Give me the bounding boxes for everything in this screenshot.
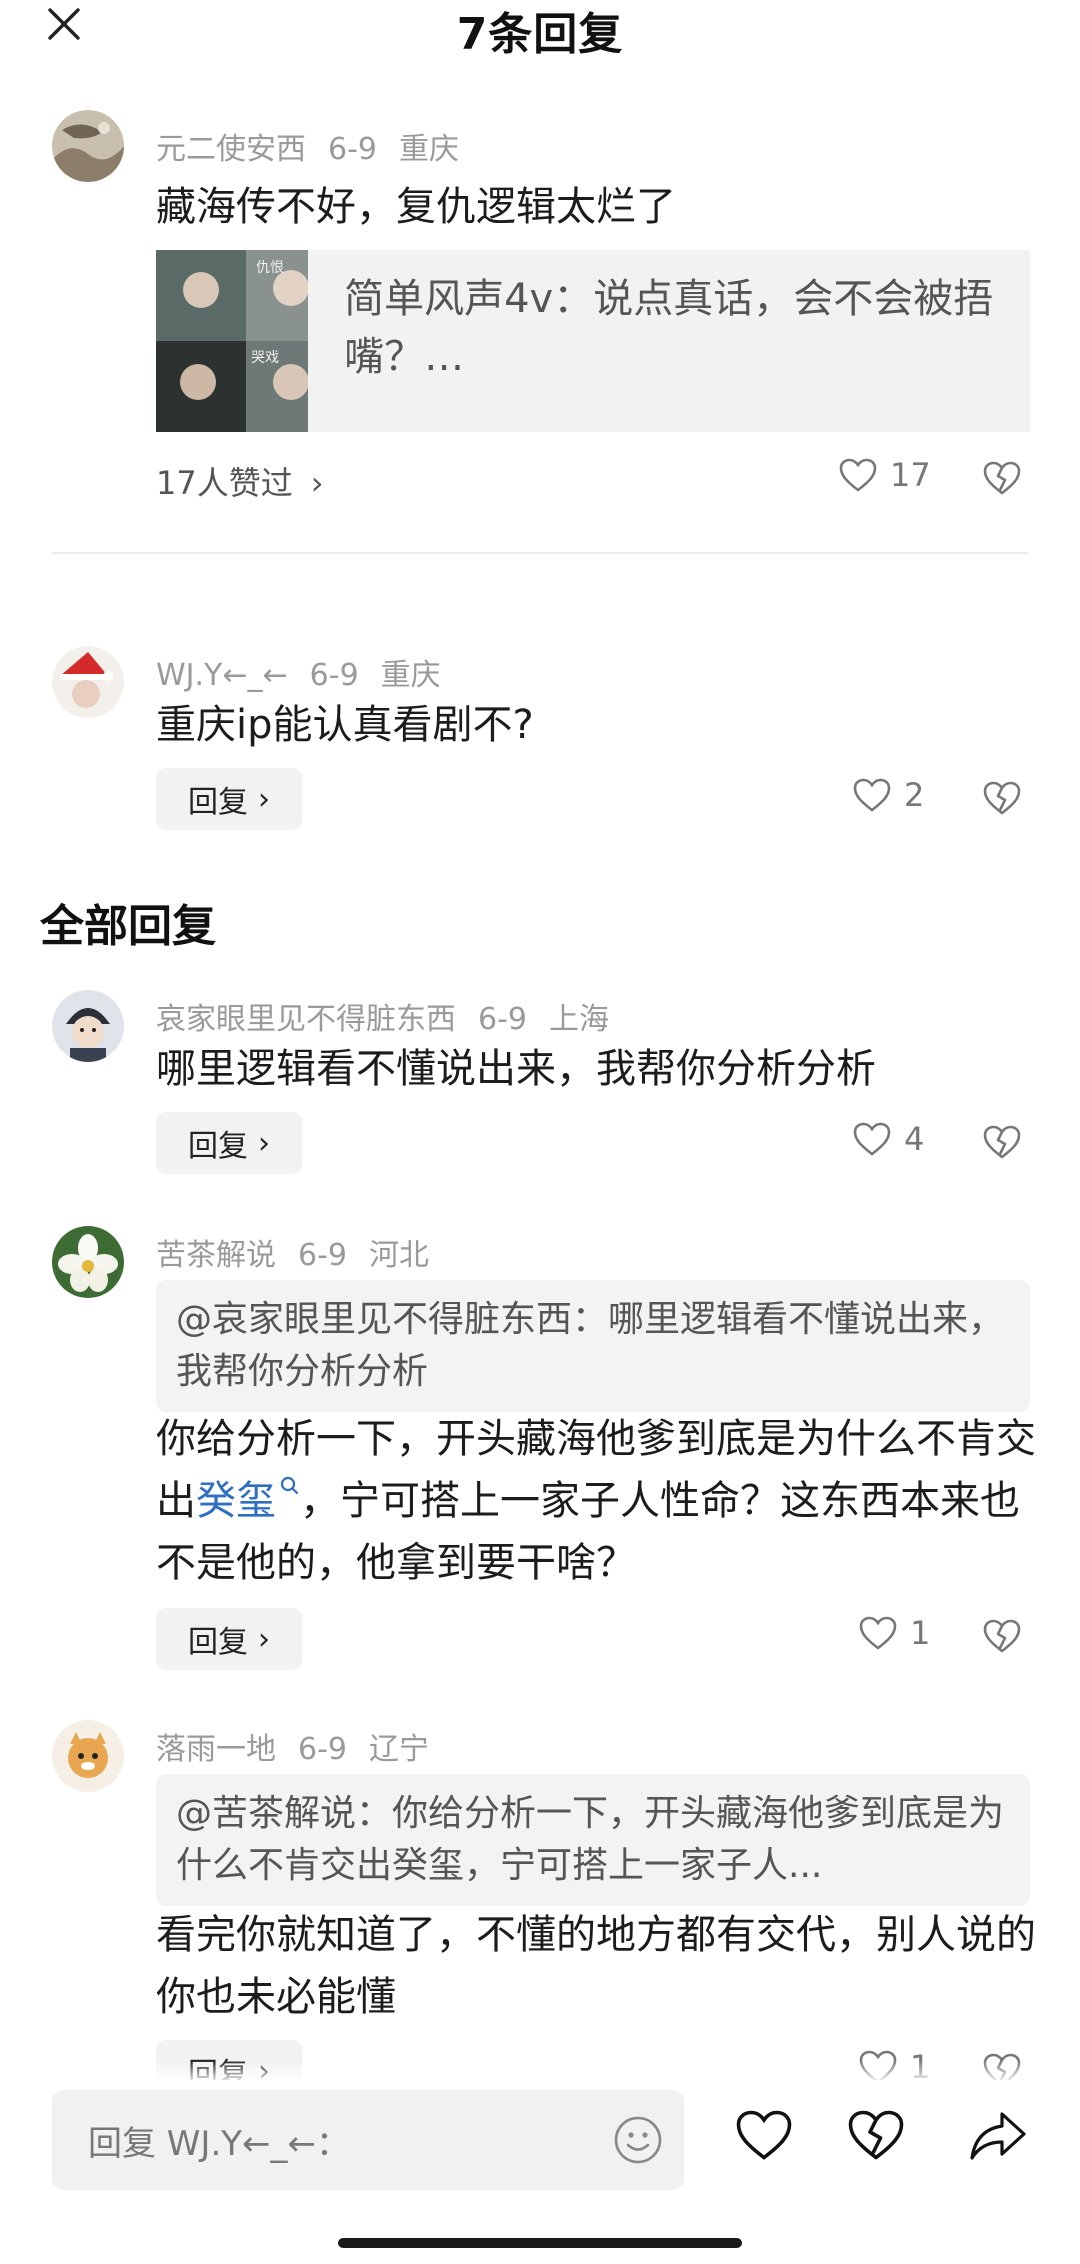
avatar[interactable] (52, 1226, 124, 1298)
avatar[interactable] (52, 1720, 124, 1792)
like-button[interactable]: 4 (852, 1120, 924, 1158)
heart-icon[interactable] (734, 2108, 794, 2162)
search-icon (280, 1476, 299, 1495)
reply-button-label: 回复 (188, 785, 248, 820)
comment-meta: 落雨一地 6-9 辽宁 (156, 1724, 451, 1768)
comment-location: 重庆 (380, 658, 441, 693)
username[interactable]: 哀家眼里见不得脏东西 (156, 1002, 456, 1037)
username[interactable]: 落雨一地 (156, 1732, 276, 1767)
avatar[interactable] (52, 646, 124, 718)
avatar[interactable] (52, 110, 124, 182)
keyword-search-link[interactable]: 癸玺 (196, 1476, 300, 1524)
chevron-right-icon: › (258, 1125, 270, 1161)
likers-link[interactable]: 17人赞过 › (156, 458, 324, 504)
bottom-reply-bar: 回复 WJ.Y←_←： (0, 2080, 1080, 2264)
comment-date: 6-9 (298, 1732, 347, 1767)
home-indicator[interactable] (338, 2238, 742, 2248)
comment-meta: 哀家眼里见不得脏东西 6-9 上海 (156, 994, 631, 1038)
thumb-label: 哭戏 (251, 350, 279, 366)
username[interactable]: WJ.Y←_← (156, 658, 288, 693)
comment-date: 6-9 (328, 132, 377, 167)
like-count: 4 (904, 1120, 925, 1158)
broken-heart-icon[interactable] (982, 1124, 1022, 1160)
quoted-comment[interactable]: @哀家眼里见不得脏东西：哪里逻辑看不懂说出来，我帮你分析分析 (156, 1280, 1030, 1412)
reply-button-label: 回复 (188, 1129, 248, 1164)
comment-meta: 苦茶解说 6-9 河北 (156, 1230, 451, 1274)
chevron-right-icon: › (310, 464, 324, 502)
divider (52, 552, 1028, 554)
comment-location: 河北 (369, 1238, 429, 1273)
comment-text: 哪里逻辑看不懂说出来，我帮你分析分析 (156, 1046, 876, 1092)
like-count: 2 (904, 776, 925, 814)
comment-date: 6-9 (298, 1238, 347, 1273)
chevron-right-icon: › (258, 1621, 270, 1657)
comment-text: 看完你就知道了，不懂的地方都有交代，别人说的你也未必能懂 (156, 1912, 1036, 2020)
heart-icon (859, 1616, 897, 1650)
comment-location: 辽宁 (369, 1732, 429, 1767)
comment-date: 6-9 (309, 658, 359, 693)
like-count: 17 (890, 456, 931, 494)
broken-heart-icon[interactable] (982, 1618, 1022, 1654)
emoji-icon[interactable] (612, 2114, 664, 2166)
broken-heart-icon[interactable] (982, 780, 1022, 816)
link-card-thumbnail: 仇恨 哭戏 (156, 250, 309, 432)
chevron-right-icon: › (258, 781, 270, 817)
like-button[interactable]: 17 (838, 456, 931, 494)
comment-date: 6-9 (478, 1002, 527, 1037)
reply-button[interactable]: 回复 › (156, 1112, 302, 1174)
broken-heart-icon[interactable] (846, 2108, 906, 2162)
reply-button[interactable]: 回复 › (156, 1608, 302, 1670)
quoted-comment[interactable]: @苦茶解说：你给分析一下，开头藏海他爹到底是为什么不肯交出癸玺，宁可搭上一家子人… (156, 1774, 1030, 1906)
broken-heart-icon[interactable] (982, 460, 1022, 496)
reply-input-placeholder: 回复 WJ.Y←_←： (88, 2123, 351, 2164)
reply-button[interactable]: 回复 › (156, 768, 302, 830)
username[interactable]: 元二使安西 (156, 132, 306, 167)
section-title: 全部回复 (40, 901, 216, 952)
like-count: 1 (910, 1614, 931, 1652)
reply-thread-page: 7条回复 元二使安西 6-9 重庆 藏海传不好，复仇逻辑太烂了 仇恨 哭戏 简单… (0, 0, 1080, 2264)
likers-text: 17人赞过 (156, 464, 293, 502)
heart-icon (853, 1122, 891, 1156)
heart-icon (853, 778, 891, 812)
comment-location: 上海 (549, 1002, 609, 1037)
like-button[interactable]: 2 (852, 776, 924, 814)
comment-meta: 元二使安西 6-9 重庆 (156, 124, 481, 168)
link-card[interactable]: 仇恨 哭戏 简单风声4v：说点真话，会不会被捂嘴？… (156, 250, 1030, 432)
comment-text: 重庆ip能认真看剧不? (156, 702, 534, 748)
reply-input[interactable]: 回复 WJ.Y←_←： (52, 2090, 684, 2190)
thumb-label: 仇恨 (256, 260, 284, 276)
keyword-link-text: 癸玺 (196, 1478, 276, 1524)
comment-text: 藏海传不好，复仇逻辑太烂了 (156, 184, 676, 230)
like-button[interactable]: 1 (858, 1614, 930, 1652)
username[interactable]: 苦茶解说 (156, 1238, 276, 1273)
share-icon[interactable] (968, 2108, 1028, 2162)
avatar[interactable] (52, 990, 124, 1062)
comment-text: 你给分析一下，开头藏海他爹到底是为什么不肯交出癸玺 ，宁可搭上一家子人性命？这东西… (156, 1408, 1036, 1594)
reply-button-label: 回复 (188, 1625, 248, 1660)
header: 7条回复 (0, 0, 1080, 60)
page-title: 7条回复 (456, 9, 624, 60)
comment-meta: WJ.Y←_← 6-9 重庆 (156, 650, 463, 694)
comment-location: 重庆 (399, 132, 459, 167)
link-card-title: 简单风声4v：说点真话，会不会被捂嘴？… (344, 276, 994, 380)
heart-icon (839, 458, 877, 492)
